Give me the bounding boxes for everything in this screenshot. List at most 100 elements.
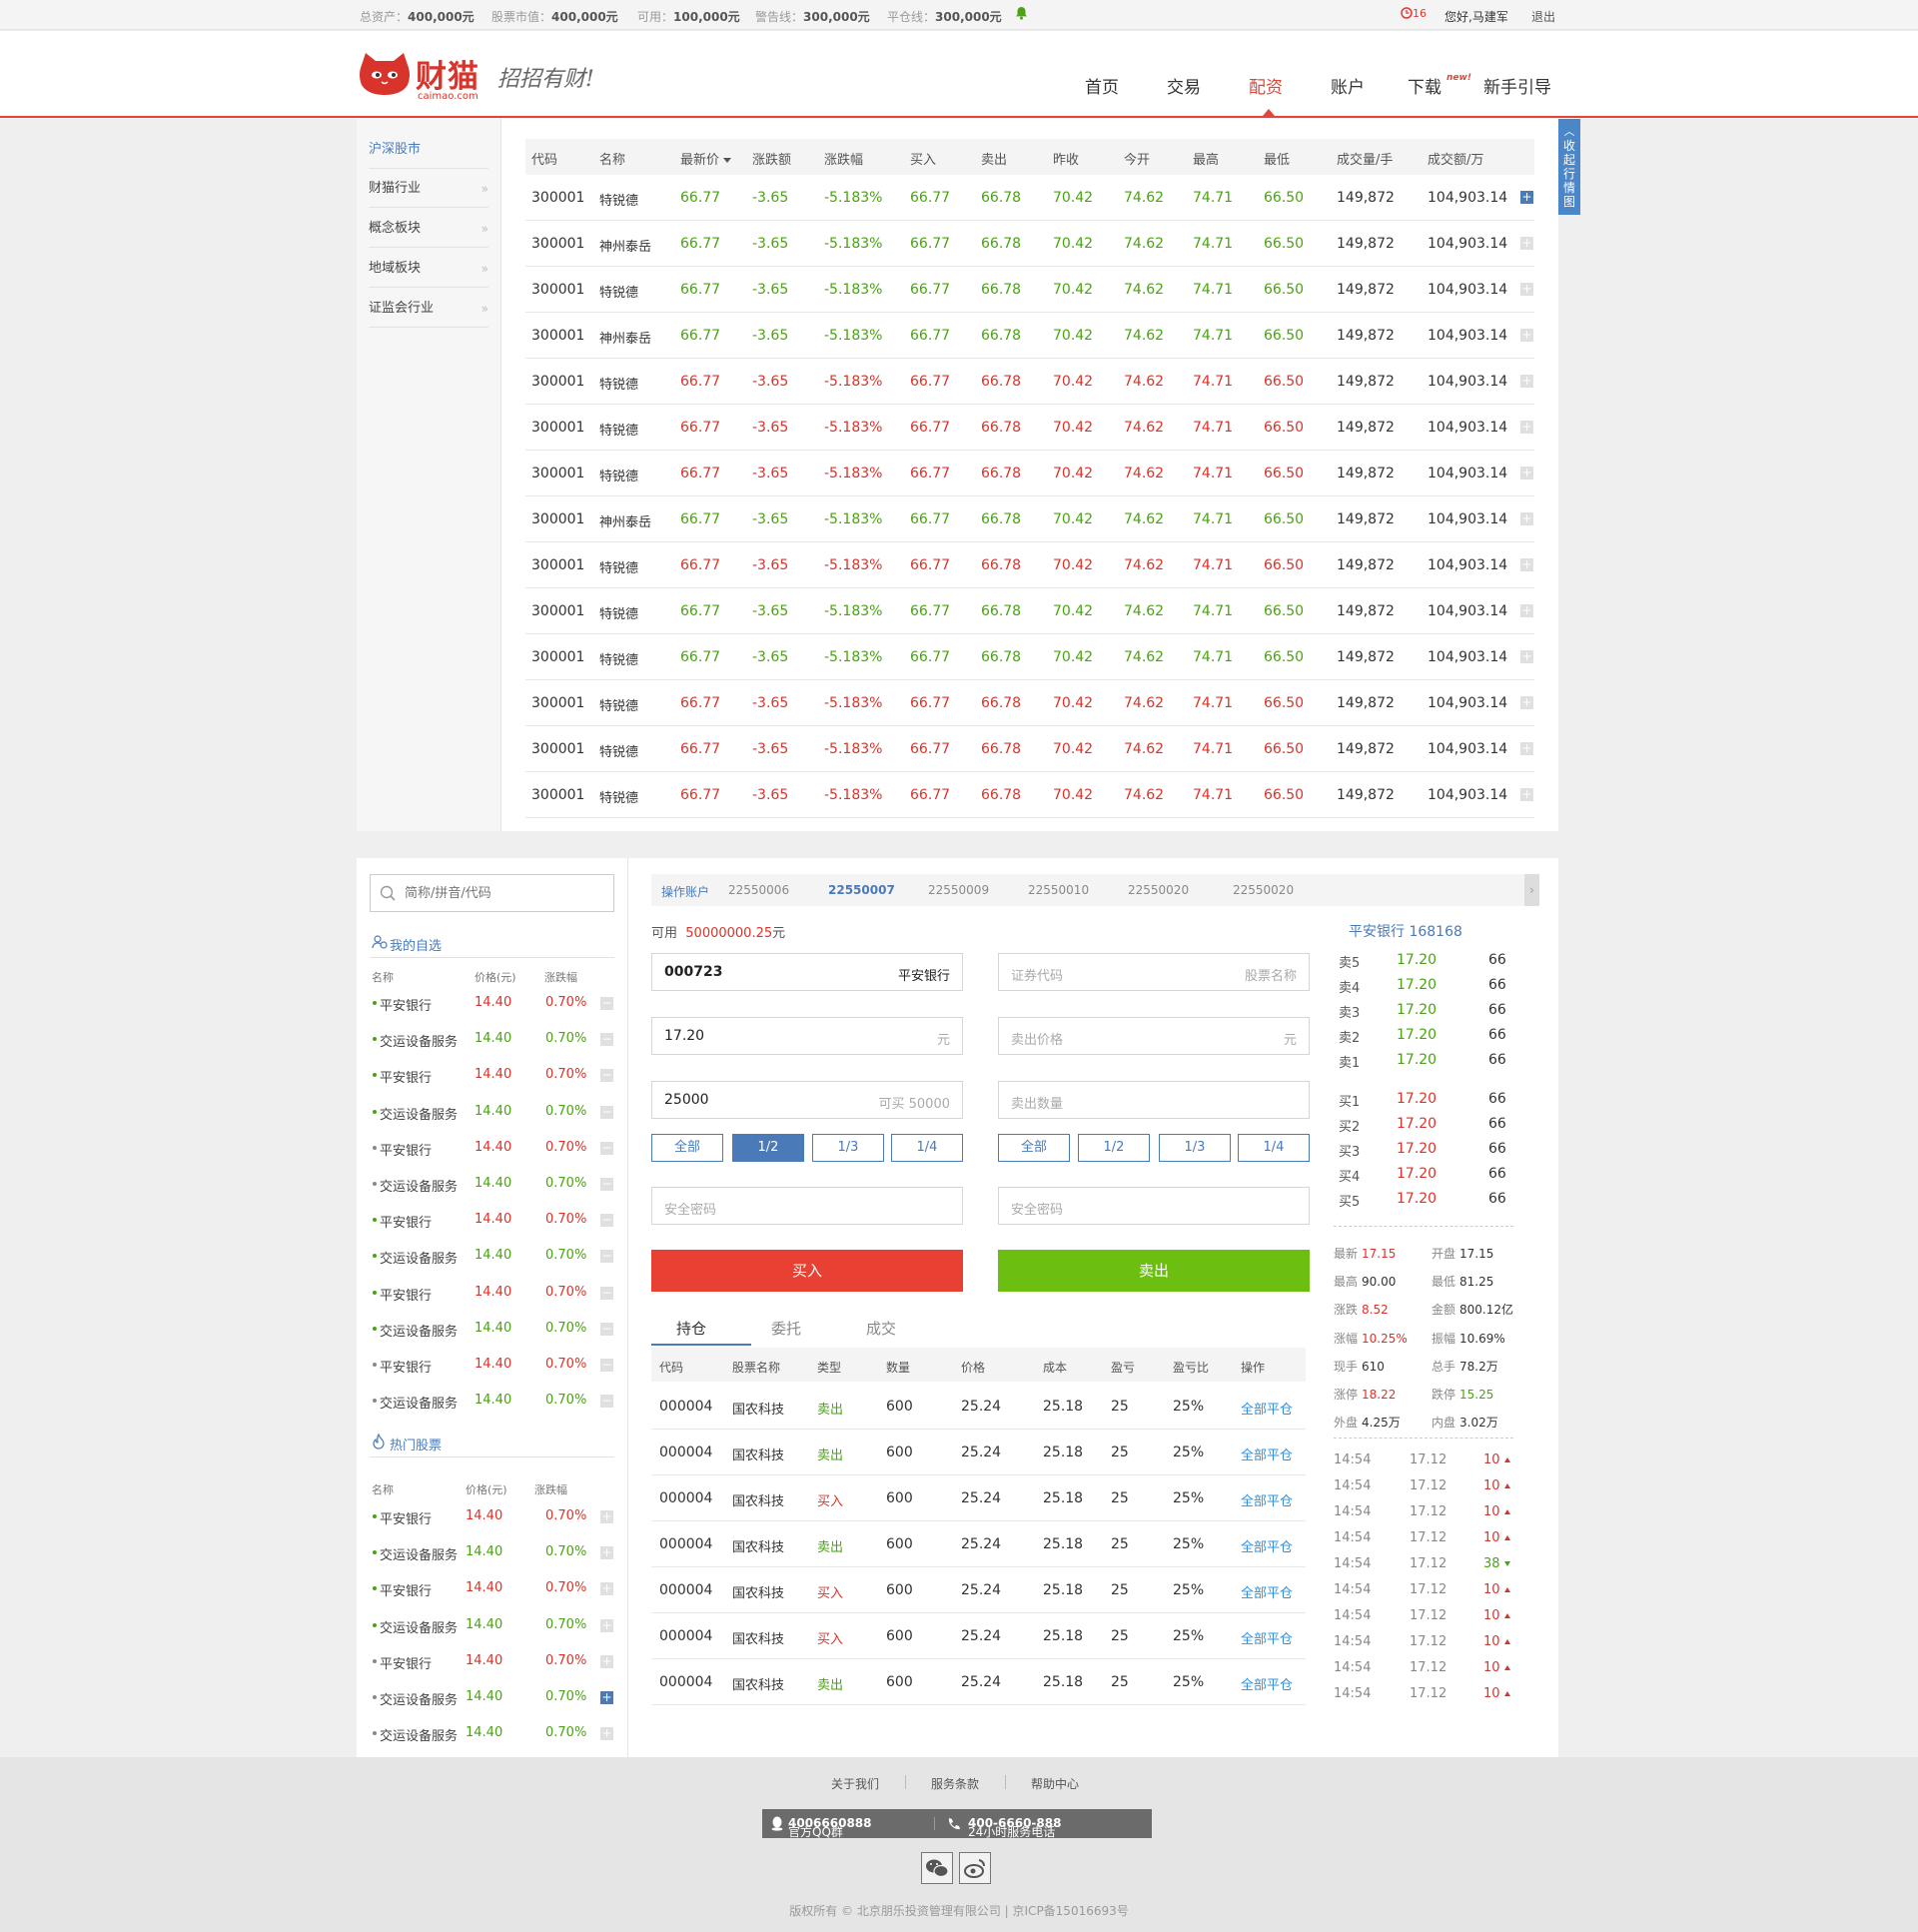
nav-guide[interactable]: 新手引导 xyxy=(1483,73,1551,98)
buy-button[interactable]: 买入 xyxy=(651,1250,963,1292)
tab-orders[interactable]: 委托 xyxy=(771,1318,801,1339)
chevron-right-icon[interactable]: › xyxy=(1524,874,1539,906)
buy-third-button[interactable]: 1/3 xyxy=(812,1134,884,1162)
col-low[interactable]: 最低 xyxy=(1264,149,1290,168)
add-watchlist-icon[interactable]: + xyxy=(1520,742,1533,755)
table-row[interactable]: 300001 特锐德 66.77 -3.65 -5.183% 66.77 66.78 70.4… xyxy=(525,588,1534,634)
sell-price-field[interactable]: 卖出价格 元 xyxy=(998,1017,1310,1055)
nav-home[interactable]: 首页 xyxy=(1085,73,1119,98)
add-icon[interactable]: + xyxy=(600,1727,613,1741)
col-volume[interactable]: 成交量/手 xyxy=(1337,149,1393,168)
add-watchlist-icon[interactable]: + xyxy=(1520,604,1533,617)
col-bid[interactable]: 买入 xyxy=(910,149,936,168)
table-row[interactable]: 300001 特锐德 66.77 -3.65 -5.183% 66.77 66.78 70.4… xyxy=(525,542,1534,588)
sidebar-item-sh-sz[interactable]: 沪深股市 xyxy=(369,131,488,169)
watchlist-item[interactable]: 交运设备服务 14.40 0.70% − xyxy=(370,1312,614,1348)
table-row[interactable]: 300001 特锐德 66.77 -3.65 -5.183% 66.77 66.78 70.4… xyxy=(525,359,1534,405)
table-row[interactable]: 300001 神州泰岳 66.77 -3.65 -5.183% 66.77 66.78 70.… xyxy=(525,313,1534,359)
sidebar-item-concept[interactable]: 概念板块 » xyxy=(369,210,488,248)
col-high[interactable]: 最高 xyxy=(1193,149,1219,168)
watchlist-item[interactable]: 平安银行 14.40 0.70% − xyxy=(370,1058,614,1094)
footer-link-about[interactable]: 关于我们 xyxy=(831,1775,879,1792)
tab-positions[interactable]: 持仓 xyxy=(676,1318,706,1339)
table-row[interactable]: 300001 神州泰岳 66.77 -3.65 -5.183% 66.77 66.78 70.… xyxy=(525,221,1534,267)
nav-account[interactable]: 账户 xyxy=(1331,73,1365,98)
sell-button[interactable]: 卖出 xyxy=(998,1250,1310,1292)
tab-fills[interactable]: 成交 xyxy=(866,1318,896,1339)
collapse-chart-tab[interactable]: ︿ 收起行情图 xyxy=(1558,119,1580,215)
buy-price-field[interactable]: 17.20 元 xyxy=(651,1017,963,1055)
watchlist-item[interactable]: 交运设备服务 14.40 0.70% + xyxy=(370,1608,614,1644)
remove-icon[interactable]: − xyxy=(600,1286,613,1300)
table-row[interactable]: 300001 特锐德 66.77 -3.65 -5.183% 66.77 66.78 70.4… xyxy=(525,451,1534,496)
close-all-link[interactable]: 全部平仓 xyxy=(1241,1628,1293,1647)
wechat-button[interactable] xyxy=(921,1852,953,1884)
account-tab[interactable]: 22550020 xyxy=(1128,883,1189,897)
add-watchlist-icon[interactable]: + xyxy=(1520,558,1533,571)
watchlist-item[interactable]: 平安银行 14.40 0.70% − xyxy=(370,1348,614,1384)
sell-all-button[interactable]: 全部 xyxy=(998,1134,1070,1162)
remove-icon[interactable]: − xyxy=(600,1178,613,1191)
close-all-link[interactable]: 全部平仓 xyxy=(1241,1582,1293,1601)
table-row[interactable]: 300001 特锐德 66.77 -3.65 -5.183% 66.77 66.78 70.4… xyxy=(525,634,1534,680)
sell-code-field[interactable]: 证券代码 股票名称 xyxy=(998,953,1310,991)
sidebar-item-caimao-industry[interactable]: 财猫行业 » xyxy=(369,170,488,208)
add-watchlist-icon[interactable]: + xyxy=(1520,421,1533,434)
remove-icon[interactable]: − xyxy=(600,997,613,1010)
remove-icon[interactable]: − xyxy=(600,1359,613,1372)
logout-link[interactable]: 退出 xyxy=(1531,8,1555,25)
add-icon[interactable]: + xyxy=(600,1546,613,1560)
watchlist-item[interactable]: 交运设备服务 14.40 0.70% − xyxy=(370,1095,614,1131)
alert-clock[interactable]: 16 xyxy=(1401,7,1427,20)
search-input[interactable] xyxy=(405,875,604,911)
sell-quarter-button[interactable]: 1/4 xyxy=(1238,1134,1310,1162)
watchlist-item[interactable]: 交运设备服务 14.40 0.70% − xyxy=(370,1022,614,1058)
col-last[interactable]: 最新价 xyxy=(680,149,732,168)
remove-icon[interactable]: − xyxy=(600,1250,613,1264)
account-tab-selected[interactable]: 22550007 xyxy=(828,883,895,897)
logo[interactable]: 财猫 caimao.com 招招有财! xyxy=(358,49,617,109)
add-watchlist-icon[interactable]: + xyxy=(1520,788,1533,801)
account-tab[interactable]: 22550010 xyxy=(1028,883,1089,897)
remove-icon[interactable]: − xyxy=(600,1141,613,1155)
watchlist-item[interactable]: 平安银行 14.40 0.70% − xyxy=(370,986,614,1022)
footer-link-help[interactable]: 帮助中心 xyxy=(1031,1775,1079,1792)
buy-qty-field[interactable]: 25000 可买 50000 xyxy=(651,1081,963,1119)
watchlist-item[interactable]: 平安银行 14.40 0.70% + xyxy=(370,1499,614,1535)
close-all-link[interactable]: 全部平仓 xyxy=(1241,1674,1293,1693)
watchlist-item[interactable]: 交运设备服务 14.40 0.70% + xyxy=(370,1535,614,1571)
add-icon[interactable]: + xyxy=(600,1654,613,1668)
add-watchlist-icon[interactable]: + xyxy=(1520,650,1533,663)
add-watchlist-icon[interactable]: + xyxy=(1520,191,1533,204)
close-all-link[interactable]: 全部平仓 xyxy=(1241,1445,1293,1463)
table-row[interactable]: 300001 特锐德 66.77 -3.65 -5.183% 66.77 66.78 70.4… xyxy=(525,680,1534,726)
add-icon[interactable]: + xyxy=(600,1582,613,1596)
watchlist-item[interactable]: 交运设备服务 14.40 0.70% + xyxy=(370,1716,614,1752)
buy-half-button[interactable]: 1/2 xyxy=(732,1134,804,1162)
buy-quarter-button[interactable]: 1/4 xyxy=(891,1134,963,1162)
sell-qty-field[interactable]: 卖出数量 xyxy=(998,1081,1310,1119)
add-icon[interactable]: + xyxy=(600,1691,613,1704)
watchlist-item[interactable]: 交运设备服务 14.40 0.70% − xyxy=(370,1239,614,1275)
col-name[interactable]: 名称 xyxy=(599,149,625,168)
account-tab[interactable]: 22550009 xyxy=(928,883,989,897)
buy-password-field[interactable]: 安全密码 xyxy=(651,1187,963,1225)
table-row[interactable]: 300001 神州泰岳 66.77 -3.65 -5.183% 66.77 66.78 70.… xyxy=(525,496,1534,542)
col-amount[interactable]: 成交额/万 xyxy=(1428,149,1483,168)
close-all-link[interactable]: 全部平仓 xyxy=(1241,1490,1293,1509)
user-greeting[interactable]: 您好,马建军 xyxy=(1444,8,1508,25)
table-row[interactable]: 300001 特锐德 66.77 -3.65 -5.183% 66.77 66.78 70.4… xyxy=(525,175,1534,221)
sidebar-item-csrc-industry[interactable]: 证监会行业 » xyxy=(369,290,488,328)
remove-icon[interactable]: − xyxy=(600,1214,613,1228)
buy-code-field[interactable]: 000723 平安银行 xyxy=(651,953,963,991)
watchlist-item[interactable]: 交运设备服务 14.40 0.70% + xyxy=(370,1680,614,1716)
buy-all-button[interactable]: 全部 xyxy=(651,1134,723,1162)
sell-password-field[interactable]: 安全密码 xyxy=(998,1187,1310,1225)
watchlist-item[interactable]: 平安银行 14.40 0.70% + xyxy=(370,1571,614,1607)
remove-icon[interactable]: − xyxy=(600,1069,613,1083)
add-icon[interactable]: + xyxy=(600,1618,613,1632)
bell-icon[interactable] xyxy=(1015,6,1028,20)
col-change-pct[interactable]: 涨跌幅 xyxy=(824,149,863,168)
remove-icon[interactable]: − xyxy=(600,1322,613,1336)
col-change[interactable]: 涨跌额 xyxy=(752,149,791,168)
